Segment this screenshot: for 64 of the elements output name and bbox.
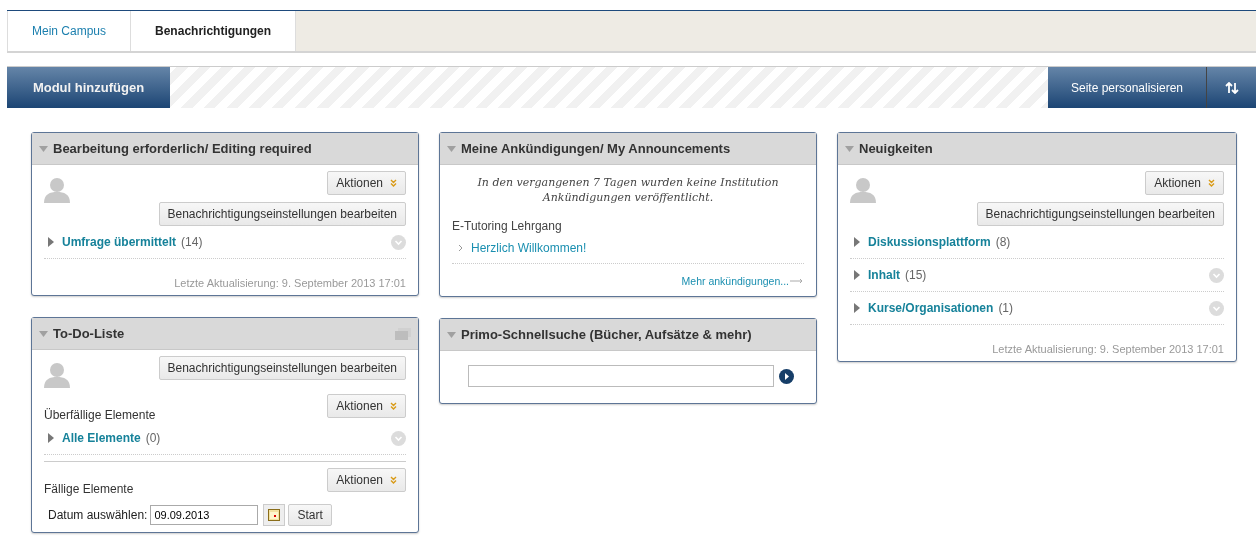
double-chevron-icon — [390, 476, 397, 484]
item-count: (1) — [998, 301, 1014, 315]
item-count: (15) — [905, 268, 927, 282]
double-chevron-icon — [1208, 179, 1215, 187]
section-heading: Überfällige Elemente — [44, 408, 156, 422]
double-chevron-icon — [390, 402, 397, 410]
notice-text: In den vergangenen 7 Tagen wurden keine Institution Ankündigungen veröffentlicht. — [476, 175, 780, 206]
expand-triangle-icon[interactable] — [48, 433, 54, 443]
course-heading: E-Tutoring Lehrgang — [452, 218, 563, 235]
arrow-right-icon — [790, 278, 804, 284]
module-title: Bearbeitung erforderlich/ Editing required — [53, 141, 313, 156]
last-updated-text: Letzte Aktualisierung: 9. September 2013 17:01 — [173, 276, 406, 289]
search-field[interactable] — [468, 365, 774, 387]
window-icon[interactable] — [395, 327, 411, 340]
collapse-triangle-icon[interactable] — [447, 145, 456, 152]
avatar-silhouette-icon — [44, 177, 70, 203]
module-title: Meine Ankündigungen/ My Announcements — [461, 141, 732, 156]
actions-button[interactable]: Aktionen — [1145, 171, 1224, 195]
chevron-circle-icon[interactable] — [1209, 300, 1224, 316]
chevron-circle-icon[interactable] — [391, 430, 406, 446]
section-link[interactable]: Alle Elemente — [62, 431, 141, 445]
collapse-triangle-icon[interactable] — [447, 331, 456, 338]
expand-triangle-icon[interactable] — [854, 270, 860, 280]
date-label: Datum auswählen: — [48, 508, 148, 522]
collapse-triangle-icon[interactable] — [39, 145, 48, 152]
sort-button[interactable] — [1207, 67, 1256, 108]
notification-settings-button[interactable]: Benachrichtigungseinstellungen bearbeiten — [158, 356, 406, 380]
avatar-silhouette-icon — [44, 362, 70, 388]
calendar-button[interactable] — [263, 504, 286, 526]
chevron-right-icon — [458, 244, 463, 252]
item-count: (8) — [995, 235, 1011, 249]
double-chevron-icon — [390, 179, 397, 187]
avatar-silhouette-icon — [850, 177, 876, 203]
actions-button[interactable]: Aktionen — [327, 468, 406, 492]
calendar-icon — [268, 509, 281, 521]
section-heading: Fällige Elemente — [44, 482, 134, 496]
section-link[interactable]: Diskussionsplattform — [868, 235, 991, 249]
module-title: Primo-Schnellsuche (Bücher, Aufsätze & mehr) — [461, 327, 753, 342]
section-link[interactable]: Kurse/Organisationen — [868, 301, 994, 315]
section-link[interactable]: Umfrage übermittelt — [62, 235, 177, 249]
module-title: To-Do-Liste — [53, 326, 126, 341]
chevron-circle-icon[interactable] — [1209, 267, 1224, 283]
expand-triangle-icon[interactable] — [854, 237, 860, 247]
expand-triangle-icon[interactable] — [48, 237, 54, 247]
add-module-button[interactable]: Modul hinzufügen — [7, 67, 170, 108]
notification-settings-button[interactable]: Benachrichtigungseinstellungen bearbeiten — [976, 202, 1224, 226]
collapse-triangle-icon[interactable] — [845, 145, 854, 152]
date-field[interactable]: 09.09.2013 — [150, 505, 259, 525]
personalize-button[interactable]: Seite personalisieren — [1048, 67, 1207, 108]
notification-settings-button[interactable]: Benachrichtigungseinstellungen bearbeiten — [158, 202, 406, 226]
last-updated-text: Letzte Aktualisierung: 9. September 2013 17:01 — [991, 342, 1224, 355]
more-announcements-link[interactable]: Mehr ankündigungen... — [681, 275, 804, 287]
announcement-link[interactable]: Herzlich Willkommen! — [471, 241, 587, 255]
section-link[interactable]: Inhalt — [868, 268, 900, 282]
collapse-triangle-icon[interactable] — [39, 330, 48, 337]
actions-button[interactable]: Aktionen — [327, 394, 406, 418]
actions-button[interactable]: Aktionen — [327, 171, 406, 195]
expand-triangle-icon[interactable] — [854, 303, 860, 313]
module-title: Neuigkeiten — [859, 141, 934, 156]
chevron-circle-icon[interactable] — [391, 234, 406, 250]
start-button[interactable]: Start — [288, 504, 332, 526]
item-count: (0) — [145, 431, 161, 445]
item-count: (14) — [181, 235, 203, 249]
sort-arrows-icon — [1224, 81, 1239, 94]
